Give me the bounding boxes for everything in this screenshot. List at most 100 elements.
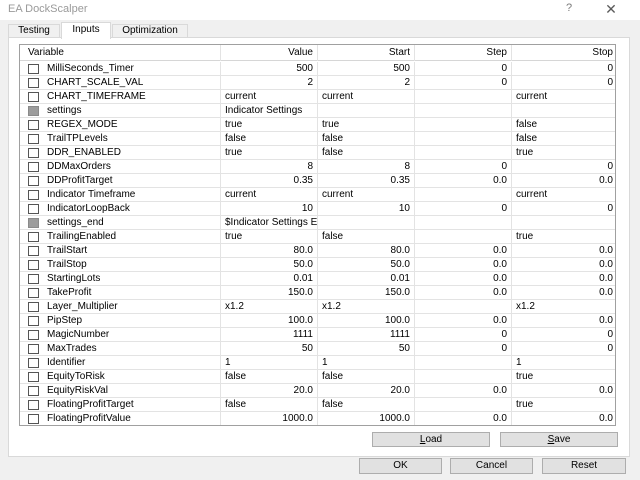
- stop-cell[interactable]: 0.0: [512, 244, 615, 258]
- step-cell[interactable]: [415, 230, 512, 244]
- stop-cell[interactable]: [512, 104, 615, 118]
- start-cell[interactable]: [318, 104, 415, 118]
- table-row[interactable]: EquityToRisk false false true: [20, 370, 615, 384]
- close-button[interactable]: ✕: [601, 1, 621, 18]
- value-cell[interactable]: 2: [221, 76, 318, 90]
- start-cell[interactable]: false: [318, 146, 415, 160]
- step-cell[interactable]: 0.0: [415, 272, 512, 286]
- reset-button[interactable]: Reset: [542, 458, 626, 474]
- table-row[interactable]: MilliSeconds_Timer 500 500 0 0: [20, 62, 615, 76]
- table-row[interactable]: TrailStart 80.0 80.0 0.0 0.0: [20, 244, 615, 258]
- value-cell[interactable]: 1: [221, 356, 318, 370]
- table-row[interactable]: CHART_TIMEFRAME current current current: [20, 90, 615, 104]
- save-button[interactable]: Save: [500, 432, 618, 447]
- column-header-variable[interactable]: Variable: [20, 45, 221, 61]
- value-cell[interactable]: 100.0: [221, 314, 318, 328]
- step-cell[interactable]: [415, 104, 512, 118]
- value-cell[interactable]: 8: [221, 160, 318, 174]
- stop-cell[interactable]: current: [512, 188, 615, 202]
- load-button[interactable]: Load: [372, 432, 490, 447]
- step-cell[interactable]: 0.0: [415, 286, 512, 300]
- value-cell[interactable]: false: [221, 132, 318, 146]
- table-row[interactable]: DDMaxOrders 8 8 0 0: [20, 160, 615, 174]
- help-button[interactable]: ?: [561, 2, 577, 17]
- start-cell[interactable]: true: [318, 118, 415, 132]
- step-cell[interactable]: 0.0: [415, 258, 512, 272]
- table-row[interactable]: Layer_Multiplier x1.2 x1.2 x1.2: [20, 300, 615, 314]
- value-cell[interactable]: 500: [221, 62, 318, 76]
- stop-cell[interactable]: 0: [512, 160, 615, 174]
- table-row[interactable]: settings Indicator Settings: [20, 104, 615, 118]
- table-row[interactable]: EquityRiskVal 20.0 20.0 0.0 0.0: [20, 384, 615, 398]
- value-cell[interactable]: true: [221, 146, 318, 160]
- table-row[interactable]: TakeProfit 150.0 150.0 0.0 0.0: [20, 286, 615, 300]
- stop-cell[interactable]: true: [512, 398, 615, 412]
- cancel-button[interactable]: Cancel: [450, 458, 533, 474]
- table-row[interactable]: FloatingProfitTarget false false true: [20, 398, 615, 412]
- table-row[interactable]: FloatingProfitValue 1000.0 1000.0 0.0 0.0: [20, 412, 615, 425]
- tab-inputs[interactable]: Inputs: [61, 22, 111, 39]
- value-cell[interactable]: 80.0: [221, 244, 318, 258]
- stop-cell[interactable]: 0: [512, 62, 615, 76]
- table-row[interactable]: MaxTrades 50 50 0 0: [20, 342, 615, 356]
- start-cell[interactable]: 500: [318, 62, 415, 76]
- value-cell[interactable]: 50: [221, 342, 318, 356]
- step-cell[interactable]: 0.0: [415, 244, 512, 258]
- table-row[interactable]: IndicatorLoopBack 10 10 0 0: [20, 202, 615, 216]
- step-cell[interactable]: 0.0: [415, 174, 512, 188]
- step-cell[interactable]: 0: [415, 328, 512, 342]
- start-cell[interactable]: false: [318, 230, 415, 244]
- column-header-step[interactable]: Step: [415, 45, 512, 61]
- stop-cell[interactable]: 0.0: [512, 384, 615, 398]
- value-cell[interactable]: 20.0: [221, 384, 318, 398]
- column-header-start[interactable]: Start: [318, 45, 415, 61]
- stop-cell[interactable]: 0.0: [512, 314, 615, 328]
- stop-cell[interactable]: true: [512, 230, 615, 244]
- stop-cell[interactable]: 0: [512, 328, 615, 342]
- step-cell[interactable]: [415, 216, 512, 230]
- stop-cell[interactable]: true: [512, 370, 615, 384]
- value-cell[interactable]: 1111: [221, 328, 318, 342]
- value-cell[interactable]: 0.35: [221, 174, 318, 188]
- step-cell[interactable]: [415, 132, 512, 146]
- start-cell[interactable]: 100.0: [318, 314, 415, 328]
- step-cell[interactable]: [415, 370, 512, 384]
- stop-cell[interactable]: 0.0: [512, 412, 615, 425]
- stop-cell[interactable]: x1.2: [512, 300, 615, 314]
- table-row[interactable]: Identifier 1 1 1: [20, 356, 615, 370]
- step-cell[interactable]: [415, 356, 512, 370]
- start-cell[interactable]: x1.2: [318, 300, 415, 314]
- column-header-value[interactable]: Value: [221, 45, 318, 61]
- stop-cell[interactable]: 0.0: [512, 174, 615, 188]
- stop-cell[interactable]: false: [512, 132, 615, 146]
- start-cell[interactable]: 1000.0: [318, 412, 415, 425]
- step-cell[interactable]: 0.0: [415, 314, 512, 328]
- step-cell[interactable]: [415, 188, 512, 202]
- step-cell[interactable]: 0.0: [415, 384, 512, 398]
- start-cell[interactable]: 150.0: [318, 286, 415, 300]
- start-cell[interactable]: 80.0: [318, 244, 415, 258]
- start-cell[interactable]: [318, 216, 415, 230]
- step-cell[interactable]: [415, 118, 512, 132]
- step-cell[interactable]: 0: [415, 62, 512, 76]
- start-cell[interactable]: 50: [318, 342, 415, 356]
- step-cell[interactable]: 0: [415, 202, 512, 216]
- start-cell[interactable]: 2: [318, 76, 415, 90]
- table-row[interactable]: PipStep 100.0 100.0 0.0 0.0: [20, 314, 615, 328]
- value-cell[interactable]: 50.0: [221, 258, 318, 272]
- step-cell[interactable]: 0.0: [415, 412, 512, 425]
- step-cell[interactable]: 0: [415, 342, 512, 356]
- step-cell[interactable]: [415, 300, 512, 314]
- tab-testing[interactable]: Testing: [8, 24, 60, 38]
- value-cell[interactable]: false: [221, 398, 318, 412]
- table-row[interactable]: REGEX_MODE true true false: [20, 118, 615, 132]
- value-cell[interactable]: 1000.0: [221, 412, 318, 425]
- table-row[interactable]: TrailingEnabled true false true: [20, 230, 615, 244]
- start-cell[interactable]: 0.01: [318, 272, 415, 286]
- stop-cell[interactable]: 0: [512, 202, 615, 216]
- start-cell[interactable]: 1111: [318, 328, 415, 342]
- value-cell[interactable]: Indicator Settings: [221, 104, 318, 118]
- start-cell[interactable]: false: [318, 398, 415, 412]
- value-cell[interactable]: 150.0: [221, 286, 318, 300]
- value-cell[interactable]: current: [221, 90, 318, 104]
